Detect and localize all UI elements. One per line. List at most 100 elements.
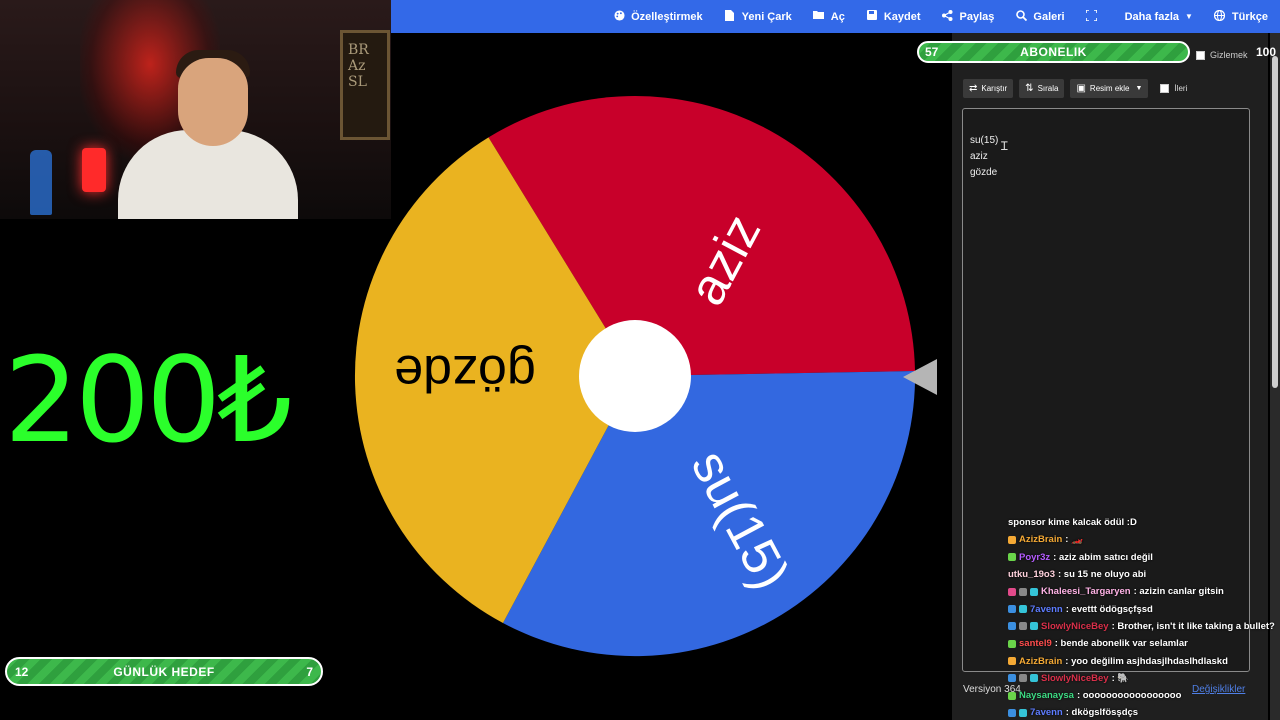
nav-more[interactable]: Daha fazla ▼ (1125, 11, 1193, 23)
chat-username[interactable]: SlowlyNiceBey (1041, 621, 1109, 632)
entries-toolbar: ⇄ Karıştır ⇅ Sırala ▣ Resim ekle ▼ İleri (963, 79, 1187, 98)
chat-badge-icon (1008, 708, 1016, 717)
nav-new-wheel[interactable]: Yeni Çark (724, 9, 792, 24)
chat-username[interactable]: 7avenn (1030, 604, 1063, 615)
file-icon (724, 9, 736, 24)
chat-username[interactable]: SlowlyNiceBey (1041, 673, 1109, 684)
chat-badge-icon (1019, 622, 1027, 631)
palette-icon (613, 9, 625, 24)
daily-goal-bar: 12 GÜNLÜK HEDEF 7 (5, 657, 323, 686)
daily-goal-current: 12 (15, 664, 29, 679)
screen-root: { "nav": { "customize": "Özelleştirmek",… (0, 0, 1280, 720)
chevron-down-icon: ▼ (1185, 12, 1193, 21)
hide-checkbox-label: Gizlemek (1210, 50, 1248, 60)
shuffle-label: Karıştır (981, 84, 1008, 93)
nav-gallery[interactable]: Galeri (1015, 9, 1065, 24)
fullscreen-icon (1085, 8, 1098, 24)
nav-new-wheel-label: Yeni Çark (741, 10, 792, 23)
entry-line: aziz (970, 151, 988, 162)
chat-username[interactable]: AzizBrain (1019, 656, 1062, 667)
chat-username[interactable]: santel9 (1019, 638, 1052, 649)
chat-badge-icon (1019, 708, 1027, 717)
chat-text: : su 15 ne oluyo abi (1058, 569, 1147, 581)
wheel-label-gozde: gözde (394, 344, 536, 402)
chat-badge-icon (1008, 657, 1016, 666)
sort-icon: ⇅ (1025, 83, 1034, 94)
globe-icon (1214, 9, 1226, 24)
add-image-label: Resim ekle (1089, 84, 1130, 93)
advanced-checkbox[interactable]: İleri (1160, 84, 1187, 93)
chat-message: utku_19o3: su 15 ne oluyo abi (1008, 566, 1280, 583)
chat-badge-icon (1008, 605, 1016, 614)
chat-username[interactable]: Naysanaysa (1019, 690, 1074, 701)
chat-badge-icon (1030, 622, 1038, 631)
chat-text: : ooooooooooooooooo (1076, 690, 1182, 702)
share-icon (942, 9, 954, 24)
nav-save-label: Kaydet (883, 10, 921, 23)
subscription-goal-title: ABONELIK (1020, 45, 1087, 59)
subscription-goal-bar: 57 ABONELIK (917, 41, 1190, 63)
nav-save[interactable]: Kaydet (866, 10, 921, 23)
webcam-overlay: BR Az SL (0, 0, 391, 219)
chat-username[interactable]: AzizBrain (1019, 534, 1062, 545)
wheel-center-hub[interactable] (579, 320, 691, 432)
hide-checkbox-box[interactable] (1196, 50, 1205, 60)
chat-text: : bende abonelik var selamlar (1054, 638, 1188, 650)
hide-checkbox[interactable]: Gizlemek (1196, 50, 1248, 60)
chat-badge-icon (1019, 605, 1027, 614)
chat-username[interactable]: 7avenn (1030, 707, 1063, 718)
nav-more-label: Daha fazla (1124, 10, 1179, 23)
chat-badge-icon (1019, 587, 1027, 596)
nav-fullscreen[interactable] (1085, 8, 1104, 24)
image-icon: ▣ (1076, 83, 1086, 94)
chat-username[interactable]: utku_19o3 (1008, 569, 1055, 580)
chat-badge-icon (1008, 535, 1016, 544)
chat-message: santel9: bende abonelik var selamlar (1008, 635, 1280, 652)
sort-button[interactable]: ⇅ Sırala (1019, 79, 1065, 98)
nav-open-label: Aç (830, 10, 845, 23)
chat-badge-icon (1019, 674, 1027, 683)
chat-message: Naysanaysa: ooooooooooooooooo (1008, 687, 1280, 704)
chat-text: : evettt ödögsçfşsd (1065, 603, 1153, 615)
nav-customize[interactable]: Özelleştirmek (613, 9, 703, 24)
chat-message: Poyr3z: aziz abim satıcı değil (1008, 549, 1280, 566)
chat-badge-icon (1030, 674, 1038, 683)
chat-badge-icon (1008, 622, 1016, 631)
sort-label: Sırala (1037, 84, 1059, 93)
chat-text: : dkögslfösşdçs (1065, 707, 1139, 719)
chat-text: : Brother, isn't it like taking a bullet… (1111, 620, 1275, 632)
shuffle-button[interactable]: ⇄ Karıştır (963, 79, 1014, 98)
text-cursor-icon: Ɪ (1001, 139, 1008, 153)
nav-customize-label: Özelleştirmek (631, 10, 703, 23)
entry-line: su(15) (970, 135, 999, 146)
search-icon (1015, 9, 1028, 24)
advanced-checkbox-box[interactable] (1160, 84, 1170, 93)
nav-share[interactable]: Paylaş (942, 9, 995, 24)
nav-open[interactable]: Aç (812, 10, 845, 23)
chat-text: : 🏎️ (1065, 534, 1083, 546)
save-icon (866, 10, 878, 23)
webcam-bottle (30, 150, 52, 215)
nav-gallery-label: Galeri (1033, 10, 1065, 23)
chat-message: AzizBrain: yoo değilim asjhdasjlhdaslhdl… (1008, 652, 1280, 669)
subscription-goal-current: 57 (925, 45, 939, 59)
chat-badge-icon (1008, 691, 1016, 700)
nav-share-label: Paylaş (959, 10, 995, 23)
advanced-label: İleri (1174, 84, 1188, 93)
chat-username[interactable]: Poyr3z (1019, 552, 1050, 563)
add-image-button[interactable]: ▣ Resim ekle ▼ (1070, 79, 1149, 98)
spin-wheel[interactable]: aziz su(15) gözde (340, 80, 950, 670)
scrollbar-thumb[interactable] (1272, 56, 1278, 388)
chevron-down-icon: ▼ (1135, 85, 1143, 92)
donation-amount: 200₺ (4, 331, 292, 469)
entry-line: gözde (970, 167, 998, 178)
chat-text: : yoo değilim asjhdasjlhdaslhdlaskd (1065, 655, 1228, 667)
chat-text: : aziz abim satıcı değil (1053, 551, 1153, 563)
daily-goal-target: 7 (306, 664, 313, 679)
chat-message: 7avenn: dkögslfösşdçs (1008, 704, 1280, 720)
nav-language[interactable]: Türkçe (1214, 9, 1268, 24)
chat-message: sponsor kime kalcak ödül :D (1008, 514, 1280, 531)
daily-goal-title: GÜNLÜK HEDEF (113, 664, 215, 679)
chat-username[interactable]: Khaleesi_Targaryen (1041, 586, 1131, 597)
chat-text: : azizin canlar gitsin (1133, 586, 1224, 598)
